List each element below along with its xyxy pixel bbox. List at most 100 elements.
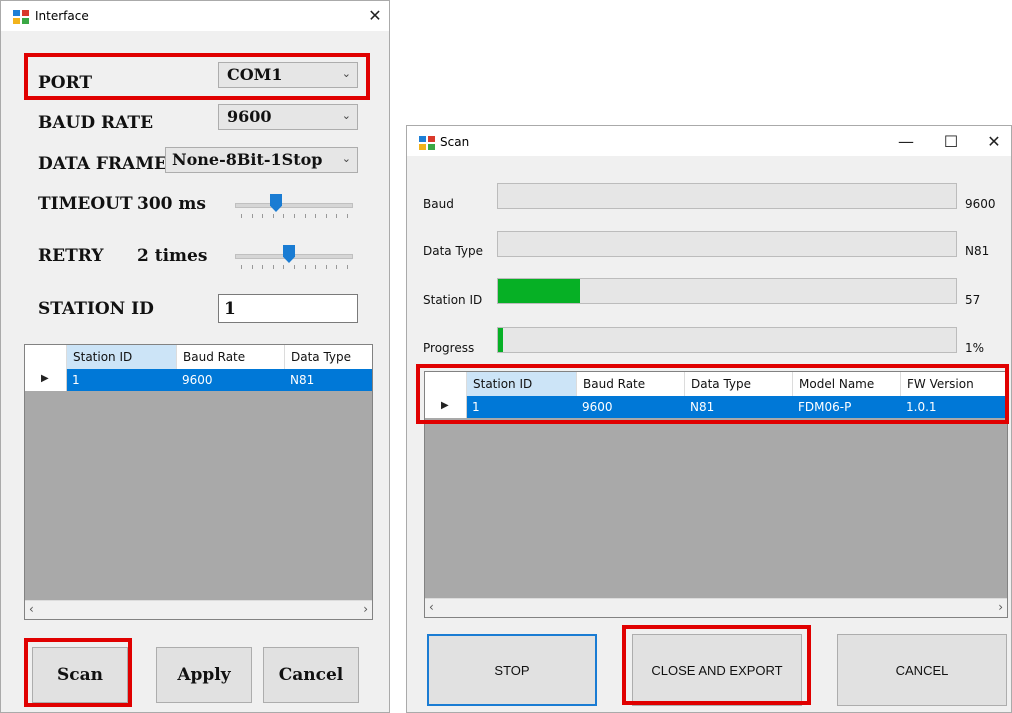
scroll-left-icon[interactable]: ‹: [429, 600, 434, 614]
baud-value: 9600: [965, 197, 996, 211]
slider-tick: [241, 265, 242, 269]
port-select[interactable]: COM1 ⌄: [218, 62, 358, 88]
retry-value: 2 times: [137, 246, 208, 266]
grid-header: Station ID Baud Rate Data Type: [25, 345, 372, 370]
column-header[interactable]: Data Type: [285, 345, 372, 369]
grid-header: Station ID Baud Rate Data Type Model Nam…: [425, 372, 1007, 397]
column-header[interactable]: Data Type: [685, 372, 793, 396]
data-frame-select[interactable]: None-8Bit-1Stop ⌄: [165, 147, 358, 173]
scan-results-grid[interactable]: Station ID Baud Rate Data Type Model Nam…: [424, 371, 1008, 618]
row-header[interactable]: ▶: [25, 369, 67, 391]
apply-button[interactable]: Apply: [156, 647, 252, 703]
table-row[interactable]: ▶ 1 9600 N81: [25, 369, 372, 391]
data-type-progress-bar: [497, 231, 957, 257]
slider-tick: [326, 265, 327, 269]
slider-tick: [326, 214, 327, 218]
column-header[interactable]: Baud Rate: [177, 345, 285, 369]
cancel-button[interactable]: Cancel: [263, 647, 359, 703]
slider-tick: [336, 265, 337, 269]
slider-tick: [315, 265, 316, 269]
port-value: COM1: [227, 65, 283, 84]
progress-fill: [498, 279, 581, 303]
data-frame-label: DATA FRAME: [38, 154, 167, 174]
slider-tick: [262, 265, 263, 269]
stop-button[interactable]: STOP: [427, 634, 597, 706]
baud-rate-select[interactable]: 9600 ⌄: [218, 104, 358, 130]
timeout-label: TIMEOUT: [38, 194, 133, 214]
cancel-button[interactable]: CANCEL: [837, 634, 1007, 706]
station-id-value: 57: [965, 293, 981, 307]
scan-button[interactable]: Scan: [32, 647, 128, 703]
data-type-label: Data Type: [423, 244, 484, 258]
dropdown-arrow-icon: ⌄: [341, 109, 351, 122]
progress-value: 1%: [965, 341, 985, 355]
data-type-value: N81: [965, 244, 990, 258]
scroll-left-icon[interactable]: ‹: [29, 602, 34, 616]
slider-tick: [305, 265, 306, 269]
column-header[interactable]: FW Version: [901, 372, 1007, 396]
retry-label: RETRY: [38, 246, 104, 266]
timeout-slider[interactable]: [235, 194, 353, 218]
close-icon[interactable]: ✕: [982, 132, 1006, 152]
minimize-icon[interactable]: —: [894, 132, 918, 152]
slider-tick: [283, 265, 284, 269]
table-cell[interactable]: FDM06-P: [793, 396, 901, 418]
column-header[interactable]: Station ID: [67, 345, 177, 369]
station-id-input[interactable]: 1: [218, 294, 358, 323]
slider-tick: [305, 214, 306, 218]
table-cell[interactable]: N81: [685, 396, 793, 418]
dropdown-arrow-icon: ⌄: [341, 67, 351, 80]
slider-tick: [294, 265, 295, 269]
table-cell[interactable]: 9600: [577, 396, 685, 418]
progress-label: Progress: [423, 341, 475, 355]
station-grid[interactable]: Station ID Baud Rate Data Type ▶ 1 9600 …: [24, 344, 373, 620]
column-header[interactable]: Station ID: [467, 372, 577, 396]
grid-corner: [425, 372, 467, 396]
horizontal-scrollbar[interactable]: ‹ ›: [425, 598, 1007, 617]
slider-tick: [241, 214, 242, 218]
table-cell[interactable]: 1.0.1: [901, 396, 1007, 418]
scroll-right-icon[interactable]: ›: [363, 602, 368, 616]
station-id-value: 1: [224, 299, 236, 319]
baud-rate-label: BAUD RATE: [38, 113, 154, 133]
app-icon: [419, 136, 435, 150]
column-header[interactable]: Baud Rate: [577, 372, 685, 396]
slider-tick: [252, 265, 253, 269]
table-cell[interactable]: 9600: [177, 369, 285, 391]
maximize-icon[interactable]: ☐: [939, 132, 963, 152]
slider-tick: [273, 214, 274, 218]
slider-tick: [294, 214, 295, 218]
baud-label: Baud: [423, 197, 454, 211]
slider-tick: [315, 214, 316, 218]
scan-titlebar: Scan — ☐ ✕: [407, 126, 1011, 156]
app-icon: [13, 10, 29, 24]
retry-slider[interactable]: [235, 245, 353, 269]
interface-window: Interface ✕ PORT COM1 ⌄ BAUD RATE 9600 ⌄…: [0, 0, 390, 713]
window-title: Scan: [440, 135, 470, 149]
table-cell[interactable]: 1: [467, 396, 577, 418]
port-label: PORT: [38, 73, 93, 93]
slider-track: [235, 203, 353, 208]
data-frame-value: None-8Bit-1Stop: [172, 150, 323, 169]
slider-thumb[interactable]: [270, 194, 282, 212]
column-header[interactable]: Model Name: [793, 372, 901, 396]
interface-titlebar: Interface ✕: [1, 1, 389, 31]
table-cell[interactable]: 1: [67, 369, 177, 391]
table-row[interactable]: ▶ 1 9600 N81 FDM06-P 1.0.1: [425, 396, 1007, 418]
row-header[interactable]: ▶: [425, 396, 467, 418]
baud-rate-value: 9600: [227, 107, 272, 126]
slider-tick: [347, 265, 348, 269]
slider-tick: [336, 214, 337, 218]
slider-tick: [252, 214, 253, 218]
scroll-right-icon[interactable]: ›: [998, 600, 1003, 614]
horizontal-scrollbar[interactable]: ‹ ›: [25, 600, 372, 619]
slider-thumb[interactable]: [283, 245, 295, 263]
progress-bar: [497, 327, 957, 353]
timeout-value: 300 ms: [137, 194, 206, 214]
baud-progress-bar: [497, 183, 957, 209]
station-id-progress-bar: [497, 278, 957, 304]
scan-window: Scan — ☐ ✕ Baud 9600 Data Type N81 Stati…: [406, 125, 1012, 713]
close-icon[interactable]: ✕: [363, 6, 387, 26]
close-and-export-button[interactable]: CLOSE AND EXPORT: [632, 634, 802, 706]
table-cell[interactable]: N81: [285, 369, 372, 391]
